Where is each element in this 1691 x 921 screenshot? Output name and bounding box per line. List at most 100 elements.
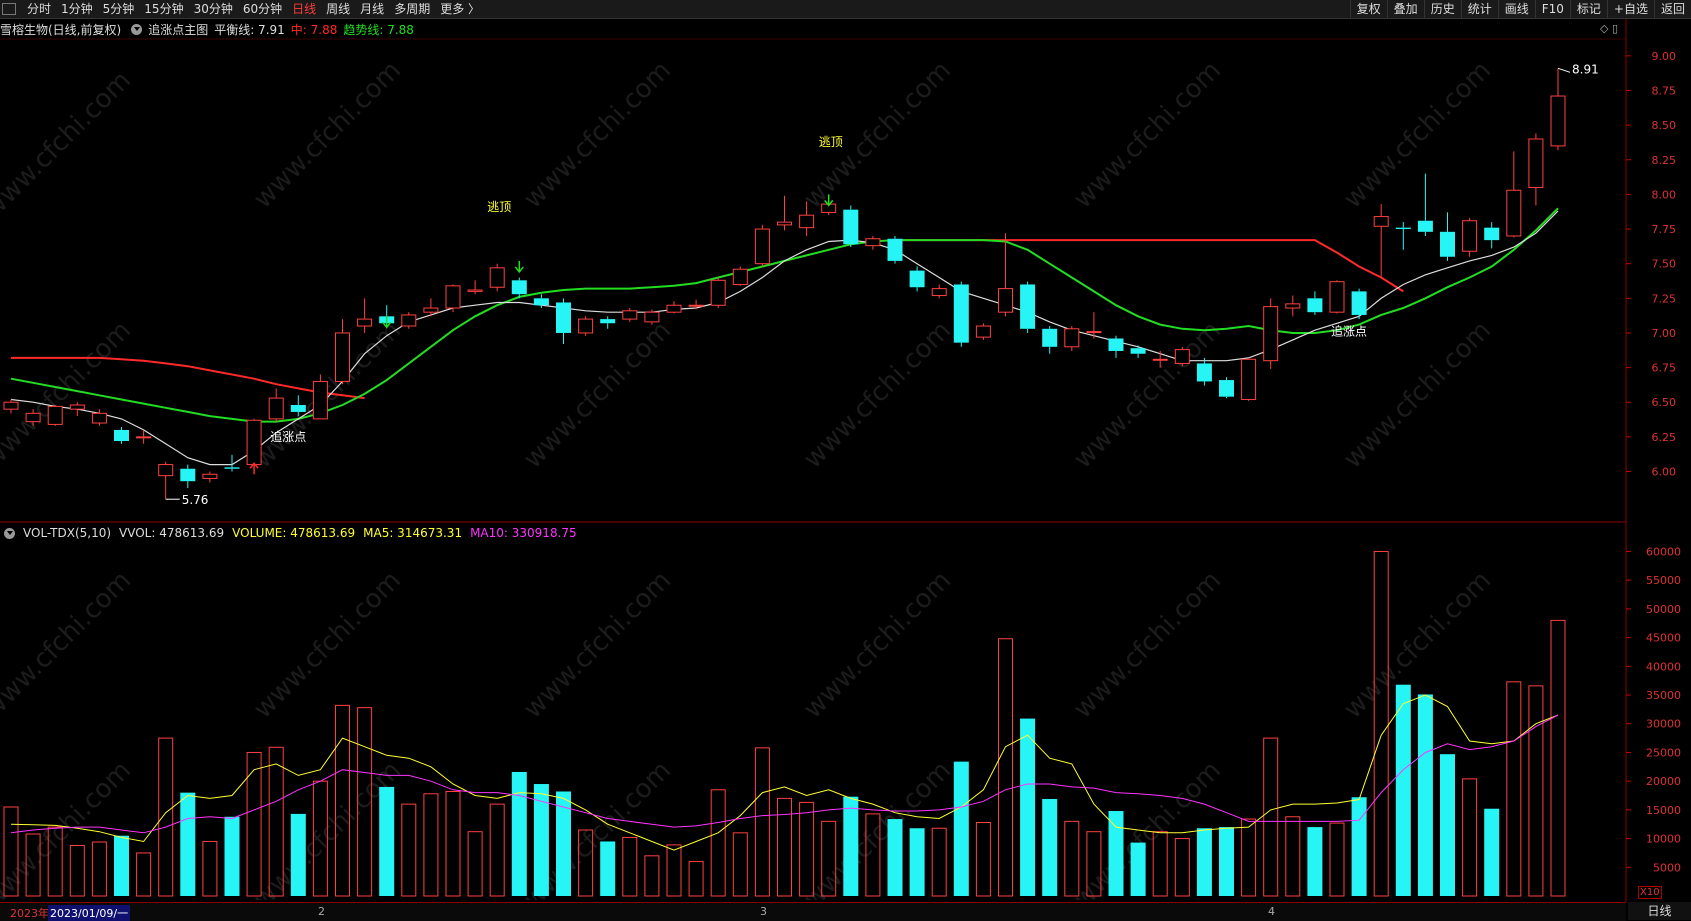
candle-body — [1550, 95, 1566, 147]
volume-bar — [1395, 684, 1411, 896]
volume-bar — [799, 801, 815, 897]
volume-bar — [644, 855, 660, 897]
candle-body — [335, 332, 350, 382]
balance-line — [10, 210, 1559, 466]
escape-top-label: 逃顶 — [819, 135, 843, 149]
candle-body — [1108, 338, 1124, 351]
candle-body — [1241, 358, 1257, 400]
volume-bar — [754, 747, 770, 897]
volume-bar — [1130, 842, 1146, 896]
price-tick-label: 6.25 — [1652, 431, 1677, 444]
candle-body — [666, 304, 682, 313]
volume-bar — [379, 786, 395, 896]
zoom-badge[interactable]: X10 — [1638, 886, 1662, 899]
candle-body — [710, 279, 726, 306]
volume-tick-label: 35000 — [1646, 689, 1681, 702]
candle-body — [998, 288, 1013, 313]
axis-mode-label[interactable]: 日线 — [1628, 902, 1691, 920]
volume-bar — [423, 793, 439, 897]
price-tick-label: 6.75 — [1652, 362, 1677, 375]
volume-bar — [357, 707, 373, 897]
candle-body — [1351, 291, 1367, 315]
candle-body — [1064, 328, 1080, 348]
price-tick-label: 6.00 — [1652, 466, 1677, 479]
volume-bar — [25, 833, 41, 897]
candle-body — [556, 302, 571, 333]
candle-body — [1020, 284, 1036, 329]
volume-bar — [3, 806, 19, 897]
volume-bar — [1329, 822, 1345, 897]
volume-bar — [710, 789, 726, 897]
mid-line — [895, 239, 1404, 293]
candle-body — [843, 209, 859, 245]
candle-body — [578, 318, 594, 334]
volume-bar — [1020, 718, 1036, 896]
candle-body — [357, 318, 373, 327]
candle-body — [799, 214, 815, 229]
volume-bar — [1241, 818, 1257, 897]
max-pointer — [1557, 67, 1571, 73]
volume-bar — [511, 771, 527, 896]
max-price-label: 8.91 — [1572, 62, 1599, 76]
volume-tick-label: 30000 — [1646, 718, 1681, 731]
candle-body — [644, 311, 660, 323]
sell-arrow-icon — [514, 260, 524, 274]
volume-bar — [578, 829, 594, 897]
ma10-line — [10, 714, 1559, 834]
volume-bar — [1285, 816, 1301, 897]
volume-bar — [865, 813, 881, 897]
candle-body — [732, 268, 748, 285]
candle-body — [401, 314, 417, 327]
volume-bar — [732, 832, 748, 897]
volume-bar — [268, 746, 284, 897]
price-tick-label: 9.00 — [1652, 50, 1677, 63]
candle-body — [489, 267, 505, 288]
candle-body — [246, 419, 262, 466]
candle-body — [467, 289, 483, 292]
min-price-label: 5.76 — [182, 493, 209, 507]
candle-body — [533, 298, 549, 306]
volume-tick-label: 5000 — [1653, 861, 1681, 874]
volume-tick-label: 10000 — [1646, 833, 1681, 846]
price-tick-label: 6.50 — [1652, 396, 1677, 409]
volume-tick-label: 60000 — [1646, 545, 1681, 558]
candle-body — [1086, 331, 1102, 334]
escape-top-label: 逃顶 — [487, 200, 511, 214]
candle-body — [268, 397, 284, 420]
volume-bar — [1152, 831, 1168, 897]
candlestick-chart[interactable]: 9.00 8.75 8.50 8.25 8.00 7.75 7.50 7.25 7.00 6.75… — [0, 0, 1691, 920]
volume-bar — [998, 638, 1013, 897]
trend-line — [10, 207, 1559, 423]
price-tick-label: 7.25 — [1652, 292, 1677, 305]
candle-body — [1174, 349, 1190, 364]
volume-bar — [1196, 828, 1212, 896]
volume-bar — [843, 796, 859, 896]
candle-body — [180, 468, 196, 482]
volume-tick-label: 55000 — [1646, 574, 1681, 587]
candle-body — [158, 464, 174, 477]
candle-body — [1196, 363, 1212, 382]
volume-bar — [47, 826, 63, 897]
volume-bar — [467, 831, 483, 897]
candle-body — [423, 307, 439, 313]
candle-body — [1440, 231, 1455, 257]
price-tick-label: 8.25 — [1652, 154, 1677, 167]
volume-bar — [1373, 550, 1389, 897]
price-tick-label: 7.00 — [1652, 327, 1677, 340]
volume-bar — [180, 792, 196, 896]
volume-tick-label: 25000 — [1646, 746, 1681, 759]
candle-body — [1263, 306, 1279, 362]
volume-bar — [622, 836, 638, 897]
candle-body — [25, 412, 41, 423]
volume-bar — [69, 844, 85, 897]
volume-bar — [91, 841, 107, 897]
candle-body — [136, 436, 152, 439]
volume-tick-label: 40000 — [1646, 660, 1681, 673]
volume-bar — [224, 816, 240, 896]
volume-bar — [1484, 808, 1500, 896]
volume-tick-label: 50000 — [1646, 603, 1681, 616]
price-tick-label: 7.50 — [1652, 258, 1677, 271]
candle-body — [1373, 216, 1389, 227]
candle-body — [445, 285, 461, 309]
volume-tick-label: 15000 — [1646, 804, 1681, 817]
